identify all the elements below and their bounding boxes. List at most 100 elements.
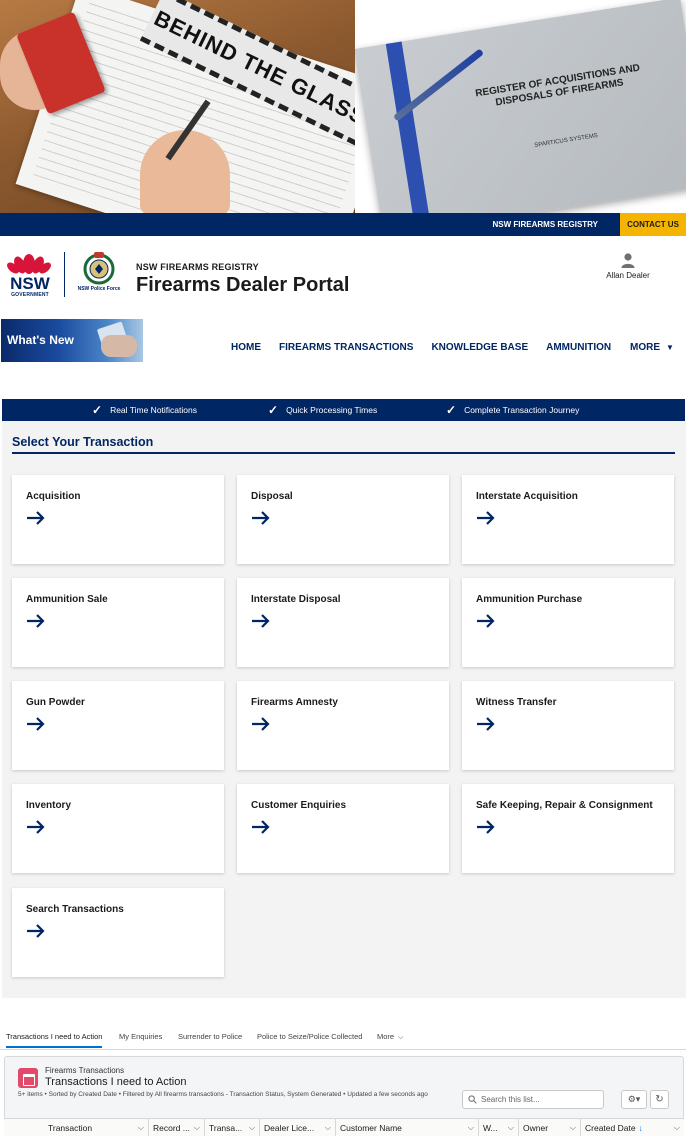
arrow-right-icon — [27, 820, 45, 834]
arrow-right-icon — [27, 924, 45, 938]
transaction-card-label: Firearms Amnesty — [251, 697, 338, 708]
nsw-government-logo[interactable]: NSW GOVERNMENT — [7, 250, 53, 302]
chevron-down-icon[interactable]: ⌵ — [249, 1119, 255, 1136]
nsw-wordmark: NSW — [10, 274, 50, 293]
transaction-card-label: Search Transactions — [26, 904, 124, 915]
transaction-card[interactable]: Witness Transfer — [462, 681, 674, 770]
transaction-card-label: Ammunition Sale — [26, 594, 108, 605]
benefit-item: ✓ Complete Transaction Journey — [446, 399, 579, 421]
waratah-icon — [7, 254, 51, 274]
tab-transactions-to-action[interactable]: Transactions I need to Action — [6, 1032, 103, 1048]
column-owner[interactable]: Owner ⌵ — [519, 1119, 581, 1136]
user-icon — [621, 253, 635, 268]
transaction-card[interactable]: Safe Keeping, Repair & Consignment — [462, 784, 674, 873]
nav-more-menu[interactable]: MORE ▼ — [630, 342, 674, 353]
column-customer-name[interactable]: Customer Name ⌵ — [336, 1119, 479, 1136]
nav-knowledge-base[interactable]: KNOWLEDGE BASE — [431, 342, 528, 353]
arrow-right-icon — [252, 614, 270, 628]
gear-icon: ⚙▾ — [627, 1094, 641, 1104]
tab-more[interactable]: More ⌵ — [377, 1032, 403, 1042]
transaction-card[interactable]: Customer Enquiries — [237, 784, 449, 873]
transaction-card[interactable]: Ammunition Purchase — [462, 578, 674, 667]
benefits-bar: ✓ Real Time Notifications ✓ Quick Processi… — [2, 399, 685, 421]
hero-banner: BEHIND THE GLASS REGISTER OF ACQUISITION… — [0, 0, 686, 213]
transaction-card[interactable]: Disposal — [237, 475, 449, 564]
transaction-card-label: Ammunition Purchase — [476, 594, 583, 605]
column-label: Transa... — [209, 1123, 243, 1133]
transaction-card-label: Witness Transfer — [476, 697, 557, 708]
column-transaction[interactable]: Transaction ⌵ — [4, 1119, 149, 1136]
column-dealer-licence[interactable]: Dealer Lice... ⌵ — [260, 1119, 336, 1136]
chevron-down-icon[interactable]: ⌵ — [138, 1119, 144, 1136]
book-title: REGISTER OF ACQUISITIONS AND DISPOSALS O… — [474, 62, 641, 109]
list-search-input[interactable]: Search this list... — [462, 1090, 604, 1109]
section-divider — [12, 452, 675, 454]
chevron-down-icon[interactable]: ⌵ — [468, 1119, 474, 1136]
registry-link[interactable]: NSW FIREARMS REGISTRY — [493, 213, 609, 236]
arrow-right-icon — [477, 614, 495, 628]
user-name: Allan Dealer — [606, 271, 650, 280]
list-object-name: Firearms Transactions — [45, 1066, 125, 1075]
arrow-right-icon — [477, 511, 495, 525]
transaction-card[interactable]: Gun Powder — [12, 681, 224, 770]
chevron-down-icon[interactable]: ⌵ — [570, 1119, 576, 1136]
list-title[interactable]: Transactions I need to Action — [45, 1076, 186, 1088]
column-label: Owner — [523, 1123, 549, 1133]
transaction-card[interactable]: Interstate Disposal — [237, 578, 449, 667]
chevron-down-icon[interactable]: ⌵ — [508, 1119, 514, 1136]
user-menu[interactable]: Allan Dealer — [598, 252, 658, 280]
column-label: Record ... — [153, 1123, 190, 1133]
benefit-label: Complete Transaction Journey — [464, 405, 580, 415]
transaction-card-label: Disposal — [251, 491, 293, 502]
chevron-down-icon: ⌵ — [398, 1034, 404, 1041]
transaction-card[interactable]: Acquisition — [12, 475, 224, 564]
column-label: Created Date — [585, 1123, 636, 1133]
transaction-card[interactable]: Ammunition Sale — [12, 578, 224, 667]
contact-us-button[interactable]: CONTACT US — [620, 213, 686, 236]
chevron-down-icon[interactable]: ⌵ — [674, 1119, 680, 1136]
check-icon: ✓ — [92, 403, 103, 417]
portal-title: Firearms Dealer Portal — [136, 274, 350, 296]
table-header: Transaction ⌵ Record ... ⌵ Transa... ⌵ Deal… — [4, 1118, 684, 1136]
chevron-down-icon: ▼ — [666, 343, 674, 352]
nav-firearms-transactions[interactable]: FIREARMS TRANSACTIONS — [279, 342, 413, 353]
transaction-card-label: Safe Keeping, Repair & Consignment — [476, 800, 653, 811]
chevron-down-icon[interactable]: ⌵ — [194, 1119, 200, 1136]
column-label: W... — [483, 1123, 498, 1133]
refresh-icon: ↻ — [655, 1094, 664, 1105]
tab-my-enquiries[interactable]: My Enquiries — [119, 1032, 162, 1041]
benefit-item: ✓ Real Time Notifications — [92, 399, 197, 421]
sort-arrow-icon: ↓ — [638, 1123, 643, 1133]
list-meta-info: 5+ items • Sorted by Created Date • Filt… — [18, 1091, 428, 1098]
transaction-card-label: Acquisition — [26, 491, 81, 502]
transaction-card[interactable]: Inventory — [12, 784, 224, 873]
column-created-date[interactable]: Created Date ↓ ⌵ — [581, 1119, 684, 1136]
list-tabs: Transactions I need to Action My Enquiri… — [0, 1028, 686, 1050]
benefit-label: Quick Processing Times — [286, 405, 378, 415]
transaction-panel: Select Your Transaction Acquisition Dispo… — [2, 421, 686, 998]
arrow-right-icon — [477, 820, 495, 834]
arrow-right-icon — [252, 717, 270, 731]
transaction-card-label: Interstate Disposal — [251, 594, 341, 605]
nav-links: HOME FIREARMS TRANSACTIONS KNOWLEDGE BAS… — [231, 342, 629, 353]
transaction-card[interactable]: Search Transactions — [12, 888, 224, 977]
tab-police-to-seize[interactable]: Police to Seize/Police Collected — [257, 1032, 362, 1041]
transaction-card[interactable]: Interstate Acquisition — [462, 475, 674, 564]
nav-home[interactable]: HOME — [231, 342, 261, 353]
transaction-card[interactable]: Firearms Amnesty — [237, 681, 449, 770]
column-w[interactable]: W... ⌵ — [479, 1119, 519, 1136]
whats-new-banner[interactable]: What's New — [1, 319, 143, 362]
list-settings-button[interactable]: ⚙▾ — [621, 1090, 647, 1109]
column-record[interactable]: Record ... ⌵ — [149, 1119, 205, 1136]
chevron-down-icon[interactable]: ⌵ — [325, 1119, 331, 1136]
column-transaction-type[interactable]: Transa... ⌵ — [205, 1119, 260, 1136]
tab-surrender-to-police[interactable]: Surrender to Police — [178, 1032, 242, 1041]
refresh-button[interactable]: ↻ — [650, 1090, 669, 1109]
column-label: Transaction — [48, 1123, 93, 1133]
arrow-right-icon — [252, 820, 270, 834]
check-icon: ✓ — [268, 403, 279, 417]
benefit-label: Real Time Notifications — [110, 405, 197, 415]
nav-ammunition[interactable]: AMMUNITION — [546, 342, 611, 353]
nsw-police-logo[interactable]: NSW Police Force — [76, 250, 122, 302]
arrow-right-icon — [477, 717, 495, 731]
